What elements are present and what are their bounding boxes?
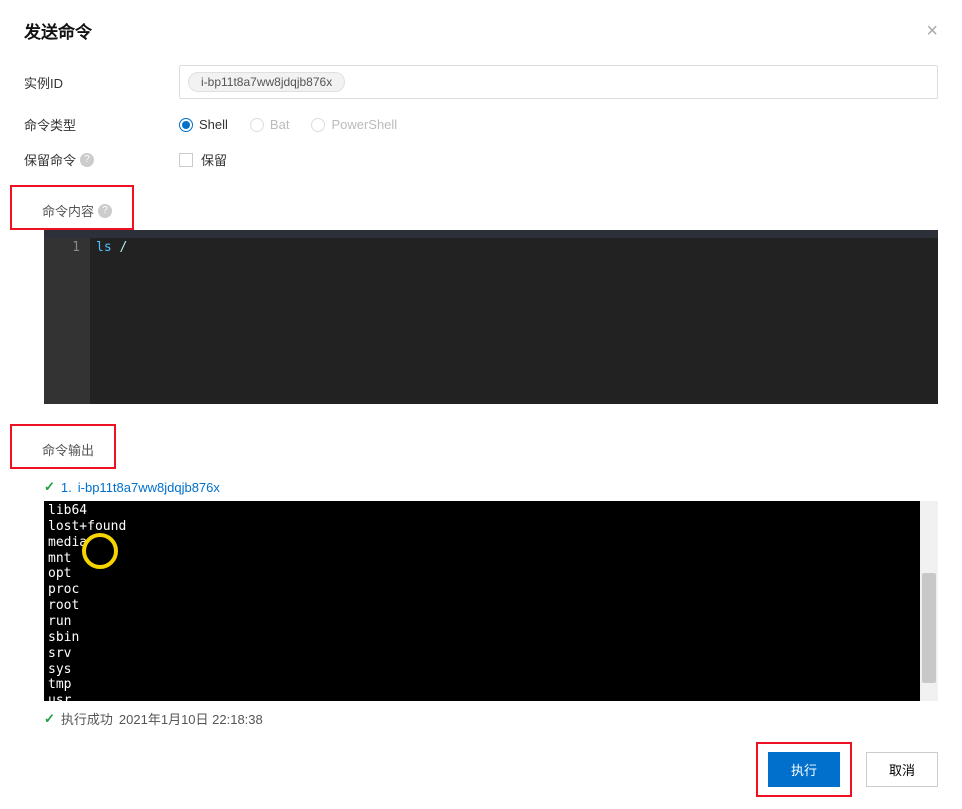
highlight-execute: 执行: [756, 742, 852, 797]
command-type-radio-group: Shell Bat PowerShell: [179, 117, 397, 132]
section-command-content: 命令内容 ?: [42, 201, 112, 220]
check-icon: ✓: [44, 711, 55, 727]
radio-icon: [179, 118, 193, 132]
help-icon[interactable]: ?: [80, 153, 94, 167]
code-gutter: 1: [44, 238, 90, 404]
close-icon[interactable]: ×: [926, 21, 938, 41]
annotation-circle-icon: [82, 533, 118, 569]
dialog-header: 发送命令 ×: [24, 18, 938, 43]
checkbox-icon[interactable]: [179, 153, 193, 167]
output-result-header: ✓ 1. i-bp11t8a7ww8jdqjb876x: [44, 479, 938, 495]
result-index: 1.: [61, 480, 72, 495]
result-instance-link[interactable]: i-bp11t8a7ww8jdqjb876x: [78, 480, 220, 495]
scrollbar-thumb[interactable]: [922, 573, 936, 683]
dialog-title: 发送命令: [24, 18, 92, 43]
radio-bat: Bat: [250, 117, 290, 132]
scrollbar[interactable]: [920, 501, 938, 701]
instance-id-tag[interactable]: i-bp11t8a7ww8jdqjb876x: [188, 72, 345, 92]
radio-label: Shell: [199, 117, 228, 132]
row-instance-id: 实例ID i-bp11t8a7ww8jdqjb876x: [24, 65, 938, 99]
dialog-footer: 执行 取消: [756, 742, 938, 797]
output-terminal[interactable]: lib64 lost+found media mnt opt proc root…: [44, 501, 920, 701]
instance-id-input[interactable]: i-bp11t8a7ww8jdqjb876x: [179, 65, 938, 99]
label-command-type: 命令类型: [24, 115, 179, 134]
code-arg: /: [119, 240, 127, 255]
radio-shell[interactable]: Shell: [179, 117, 228, 132]
status-label: 执行成功: [61, 709, 113, 728]
output-text: lib64 lost+found media mnt opt proc root…: [48, 503, 126, 701]
label-save-command: 保留命令 ?: [24, 150, 179, 169]
execute-button[interactable]: 执行: [768, 752, 840, 787]
code-editor[interactable]: 1 ls /: [44, 230, 938, 404]
row-command-type: 命令类型 Shell Bat PowerShell: [24, 115, 938, 134]
status-time: 2021年1月10日 22:18:38: [119, 709, 263, 728]
save-checkbox-wrap[interactable]: 保留: [179, 150, 227, 169]
radio-icon: [311, 118, 325, 132]
cancel-button[interactable]: 取消: [866, 752, 938, 787]
code-command: ls: [96, 240, 112, 255]
highlight-command-output: 命令输出: [10, 424, 116, 469]
code-content[interactable]: ls /: [90, 238, 133, 404]
highlight-command-content: 命令内容 ?: [10, 185, 134, 230]
output-container: lib64 lost+found media mnt opt proc root…: [44, 501, 938, 701]
radio-powershell: PowerShell: [311, 117, 397, 132]
row-save-command: 保留命令 ? 保留: [24, 150, 938, 169]
radio-label: Bat: [270, 117, 290, 132]
radio-label: PowerShell: [331, 117, 397, 132]
label-instance-id: 实例ID: [24, 73, 179, 92]
send-command-dialog: 发送命令 × 实例ID i-bp11t8a7ww8jdqjb876x 命令类型 …: [0, 0, 962, 746]
checkbox-label: 保留: [201, 150, 227, 169]
execution-status: ✓ 执行成功 2021年1月10日 22:18:38: [44, 709, 938, 728]
radio-icon: [250, 118, 264, 132]
line-number: 1: [44, 240, 80, 255]
check-icon: ✓: [44, 479, 55, 495]
section-command-output: 命令输出: [42, 440, 94, 459]
help-icon[interactable]: ?: [98, 204, 112, 218]
